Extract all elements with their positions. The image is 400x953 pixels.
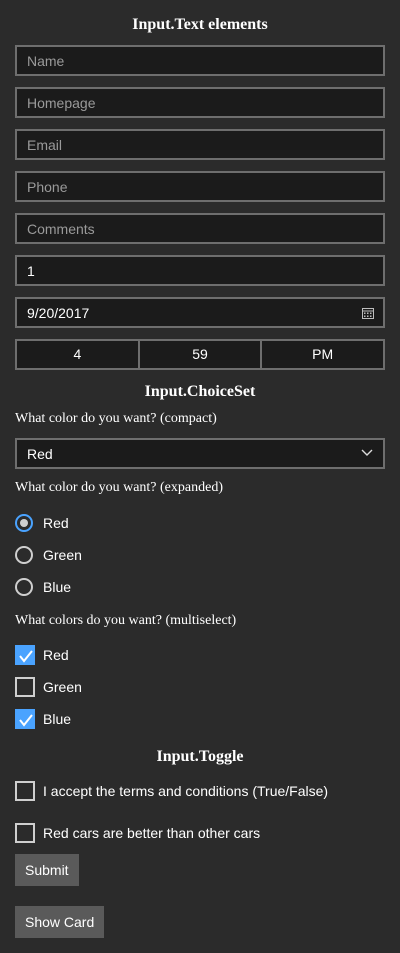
- date-field[interactable]: 9/20/2017: [15, 297, 385, 328]
- toggle-section-heading: Input.Toggle: [156, 748, 244, 765]
- checkbox-label: Green: [43, 679, 82, 695]
- chevron-down-icon: [361, 449, 373, 456]
- checkbox[interactable]: [15, 781, 35, 801]
- number-field[interactable]: [15, 255, 385, 286]
- checkmark-icon: [19, 714, 33, 727]
- time-minute[interactable]: 59: [140, 341, 263, 368]
- radio-option-blue[interactable]: Blue: [15, 577, 71, 597]
- toggle-red-cars[interactable]: Red cars are better than other cars: [15, 823, 260, 843]
- date-value: 9/20/2017: [27, 305, 90, 321]
- checkmark-icon: [19, 650, 33, 663]
- homepage-input[interactable]: [17, 89, 383, 116]
- checkbox-option-green[interactable]: Green: [15, 677, 82, 697]
- name-input[interactable]: [17, 47, 383, 74]
- checkbox-label: Blue: [43, 711, 72, 727]
- email-input[interactable]: [17, 131, 383, 158]
- checkbox[interactable]: [15, 645, 35, 665]
- radio-label: Blue: [43, 579, 72, 595]
- checkbox[interactable]: [15, 823, 35, 843]
- compact-selected-value: Red: [27, 446, 53, 462]
- email-field[interactable]: [15, 129, 385, 160]
- toggle-terms[interactable]: I accept the terms and conditions (True/…: [15, 781, 328, 801]
- text-section-heading: Input.Text elements: [132, 16, 268, 33]
- checkbox-option-red[interactable]: Red: [15, 645, 69, 665]
- radio-button[interactable]: [15, 546, 33, 564]
- toggle-terms-label: I accept the terms and conditions (True/…: [43, 783, 329, 799]
- radio-label: Red: [43, 515, 69, 531]
- radio-button[interactable]: [15, 514, 33, 532]
- comments-input[interactable]: [17, 215, 383, 242]
- time-picker[interactable]: 4 59 PM: [15, 339, 385, 370]
- homepage-field[interactable]: [15, 87, 385, 118]
- checkbox-option-blue[interactable]: Blue: [15, 709, 71, 729]
- submit-button[interactable]: Submit: [15, 854, 79, 886]
- checkbox-label: Red: [43, 647, 69, 663]
- checkbox[interactable]: [15, 677, 35, 697]
- multiselect-choice-label: What colors do you want? (multiselect): [15, 613, 237, 628]
- calendar-icon[interactable]: [362, 307, 374, 319]
- toggle-red-cars-label: Red cars are better than other cars: [43, 825, 261, 841]
- expanded-choice-label: What color do you want? (expanded): [15, 480, 223, 495]
- name-field[interactable]: [15, 45, 385, 76]
- time-hour[interactable]: 4: [17, 341, 140, 368]
- radio-option-red[interactable]: Red: [15, 513, 69, 533]
- time-ampm[interactable]: PM: [262, 341, 383, 368]
- comments-field[interactable]: [15, 213, 385, 244]
- checkbox[interactable]: [15, 709, 35, 729]
- choice-section-heading: Input.ChoiceSet: [144, 383, 256, 400]
- show-card-button[interactable]: Show Card: [15, 906, 105, 938]
- phone-field[interactable]: [15, 171, 385, 202]
- compact-choice-label: What color do you want? (compact): [15, 411, 217, 426]
- phone-input[interactable]: [17, 173, 383, 200]
- radio-button[interactable]: [15, 578, 33, 596]
- radio-option-green[interactable]: Green: [15, 545, 82, 565]
- color-compact-select[interactable]: Red: [15, 438, 385, 469]
- number-input[interactable]: [17, 257, 383, 284]
- radio-label: Green: [43, 547, 82, 563]
